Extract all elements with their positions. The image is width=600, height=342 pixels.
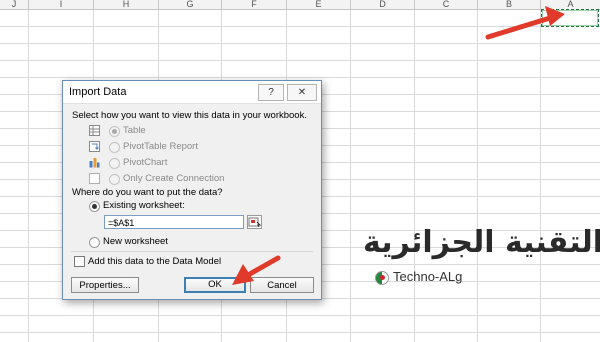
- import-data-dialog: Import Data ? ✕ Select how you want to v…: [62, 80, 322, 300]
- pivotchart-option-label: PivotChart: [123, 157, 168, 168]
- new-worksheet-label: New worksheet: [103, 236, 168, 247]
- dialog-divider: [71, 251, 313, 252]
- column-header[interactable]: B: [478, 0, 541, 10]
- column-header[interactable]: I: [29, 0, 94, 10]
- selected-cell-a1[interactable]: [541, 9, 599, 27]
- data-model-checkbox[interactable]: [74, 256, 85, 267]
- connection-radio[interactable]: [109, 174, 120, 185]
- watermark-logo: التقنية الجزائرية Techno-ALg: [355, 225, 600, 300]
- table-radio[interactable]: [109, 126, 120, 137]
- column-header[interactable]: D: [351, 0, 415, 10]
- dialog-titlebar[interactable]: Import Data ? ✕: [63, 81, 321, 104]
- view-prompt: Select how you want to view this data in…: [72, 110, 307, 121]
- connection-icon: [89, 173, 100, 184]
- data-model-label: Add this data to the Data Model: [88, 256, 222, 267]
- range-select-button[interactable]: [247, 215, 262, 229]
- reference-input[interactable]: =$A$1: [104, 215, 244, 229]
- watermark-latin-text: Techno-ALg: [393, 269, 463, 284]
- pivottable-radio[interactable]: [109, 142, 120, 153]
- watermark-arabic-text: التقنية الجزائرية: [363, 225, 600, 260]
- column-header[interactable]: C: [415, 0, 478, 10]
- table-icon: [89, 125, 100, 136]
- help-button[interactable]: ?: [258, 84, 284, 101]
- pivottable-icon: [89, 141, 100, 152]
- table-option-label: Table: [123, 125, 146, 136]
- existing-worksheet-radio[interactable]: [89, 201, 100, 212]
- column-header[interactable]: G: [159, 0, 222, 10]
- new-worksheet-radio[interactable]: [89, 237, 100, 248]
- dialog-title: Import Data: [69, 86, 127, 98]
- existing-worksheet-label: Existing worksheet:: [103, 200, 185, 211]
- pivotchart-radio[interactable]: [109, 158, 120, 169]
- flag-crescent-icon: [380, 275, 385, 280]
- range-picker-icon: [248, 217, 261, 228]
- cancel-button[interactable]: Cancel: [250, 277, 314, 293]
- column-header[interactable]: F: [222, 0, 287, 10]
- column-header[interactable]: H: [94, 0, 159, 10]
- pivottable-option-label: PivotTable Report: [123, 141, 198, 152]
- column-header[interactable]: J: [0, 0, 29, 10]
- location-prompt: Where do you want to put the data?: [72, 187, 223, 198]
- properties-button[interactable]: Properties...: [71, 277, 139, 293]
- ok-button[interactable]: OK: [184, 277, 246, 293]
- column-header[interactable]: E: [287, 0, 351, 10]
- connection-option-label: Only Create Connection: [123, 173, 225, 184]
- pivotchart-icon: [89, 158, 100, 168]
- close-button[interactable]: ✕: [287, 84, 317, 101]
